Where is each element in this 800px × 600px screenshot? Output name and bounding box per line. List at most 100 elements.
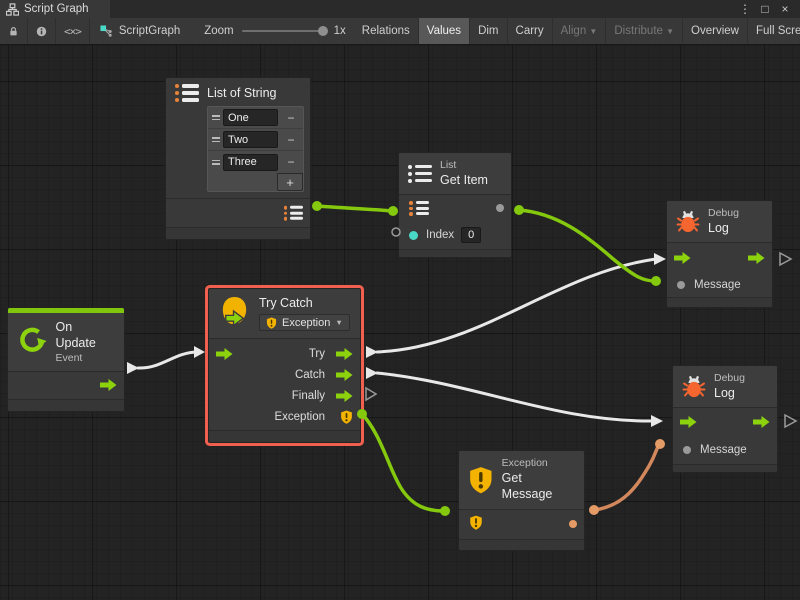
flow-start-triangle[interactable] xyxy=(366,367,378,379)
message-row: Message xyxy=(673,436,777,464)
drag-handle-icon[interactable] xyxy=(210,160,220,165)
node-footer xyxy=(8,399,124,411)
align-button[interactable]: Align ▼ xyxy=(553,18,607,44)
node-debug-log-top[interactable]: Debug Log Message xyxy=(666,200,773,308)
relations-button[interactable]: Relations xyxy=(354,18,419,44)
remove-item-button[interactable]: − xyxy=(281,110,301,126)
flow-output-port[interactable] xyxy=(100,379,117,391)
wire-end-dot[interactable] xyxy=(589,505,599,515)
flow-end-arrowhead xyxy=(654,253,666,265)
try-output-port[interactable] xyxy=(336,348,353,360)
bug-icon xyxy=(676,209,700,234)
maximize-icon[interactable]: □ xyxy=(756,2,774,16)
exception-dropdown-label: Exception xyxy=(282,317,330,329)
wire-end-dot[interactable] xyxy=(655,439,665,449)
flow-row xyxy=(673,408,777,436)
node-debug-log-bottom[interactable]: Debug Log Message xyxy=(672,365,778,473)
wire-list-to-getitem[interactable] xyxy=(317,206,393,211)
dim-button[interactable]: Dim xyxy=(470,18,507,44)
zoom-slider-handle[interactable] xyxy=(318,26,328,36)
drag-handle-icon[interactable] xyxy=(210,137,220,142)
unconnected-flow-triangle[interactable] xyxy=(785,415,796,427)
message-input-port[interactable] xyxy=(677,281,685,289)
node-get-item[interactable]: List Get Item Index 0 xyxy=(398,152,512,258)
drag-handle-icon[interactable] xyxy=(210,115,220,120)
remove-item-button[interactable]: − xyxy=(281,154,301,170)
node-title: Try Catch xyxy=(259,295,350,311)
wire-end-dot[interactable] xyxy=(514,205,524,215)
flow-input-port[interactable] xyxy=(216,348,233,360)
list-input-port[interactable] xyxy=(409,201,429,216)
node-footer xyxy=(399,249,511,257)
close-icon[interactable]: × xyxy=(776,2,794,16)
node-title: List of String xyxy=(207,85,276,101)
list-item-field[interactable]: Three xyxy=(223,154,278,171)
graph-canvas[interactable]: List of String One − Two − Three − + xyxy=(0,45,800,600)
node-list-of-string[interactable]: List of String One − Two − Three − + xyxy=(165,77,311,240)
list-output-port[interactable] xyxy=(284,206,304,221)
flow-output-port[interactable] xyxy=(753,416,770,428)
unconnected-flow-triangle[interactable] xyxy=(780,253,791,265)
exception-type-dropdown[interactable]: Exception ▼ xyxy=(259,314,350,331)
script-graph-icon xyxy=(100,25,113,38)
wire-end-dot[interactable] xyxy=(440,506,450,516)
exception-input-port[interactable] xyxy=(469,515,483,533)
info-button[interactable] xyxy=(28,18,56,44)
list-icon xyxy=(408,165,432,183)
distribute-button[interactable]: Distribute ▼ xyxy=(606,18,683,44)
wire-getitem-to-message[interactable] xyxy=(519,210,655,281)
zoom-slider[interactable] xyxy=(242,30,326,32)
unconnected-flow-triangle[interactable] xyxy=(366,388,376,400)
flow-start-triangle[interactable] xyxy=(366,346,378,358)
chevron-down-icon: ▼ xyxy=(589,27,597,36)
tab-script-graph[interactable]: Script Graph xyxy=(0,0,110,18)
flow-input-port[interactable] xyxy=(680,416,697,428)
info-icon xyxy=(36,25,47,38)
node-get-message[interactable]: Exception Get Message xyxy=(458,450,585,551)
list-input-row xyxy=(399,195,511,221)
bug-icon xyxy=(682,374,706,399)
add-item-button[interactable]: + xyxy=(277,173,303,191)
catch-output-port[interactable] xyxy=(336,369,353,381)
wire-getmessage-to-log[interactable] xyxy=(594,444,660,510)
flow-output-port[interactable] xyxy=(748,252,765,264)
wire-exception-to-getmessage[interactable] xyxy=(362,414,444,511)
code-preview-button[interactable]: <×> xyxy=(56,18,90,44)
code-icon: <×> xyxy=(64,25,81,38)
list-item-field[interactable]: One xyxy=(223,109,278,126)
update-loop-icon xyxy=(17,326,48,357)
wire-onupdate-to-trycatch[interactable] xyxy=(138,352,198,368)
wire-end-dot[interactable] xyxy=(651,276,661,286)
full-screen-button[interactable]: Full Screen xyxy=(748,18,800,44)
window-menu-icon[interactable]: ⋮ xyxy=(736,2,754,16)
overview-button[interactable]: Overview xyxy=(683,18,748,44)
node-try-catch[interactable]: Try Catch Exception ▼ Try xyxy=(208,288,361,443)
finally-output-port[interactable] xyxy=(336,390,353,402)
node-on-update[interactable]: On Update Event xyxy=(7,307,125,412)
remove-item-button[interactable]: − xyxy=(281,132,301,148)
zoom-value: 1x xyxy=(334,25,346,37)
wire-try-to-log-top[interactable] xyxy=(377,259,656,352)
flow-input-port[interactable] xyxy=(674,252,691,264)
values-button[interactable]: Values xyxy=(419,18,470,44)
node-title: Log xyxy=(714,385,745,401)
wire-end-dot[interactable] xyxy=(388,206,398,216)
list-item-field[interactable]: Two xyxy=(223,131,278,148)
lock-button[interactable] xyxy=(0,18,28,44)
node-title: Get Item xyxy=(440,172,488,188)
lock-icon xyxy=(8,25,19,38)
exception-label: Exception xyxy=(274,411,350,423)
chevron-down-icon: ▼ xyxy=(335,318,342,327)
wire-end-dot[interactable] xyxy=(312,201,322,211)
node-footer xyxy=(209,430,360,442)
exception-output-port[interactable] xyxy=(340,410,353,424)
carry-button[interactable]: Carry xyxy=(508,18,553,44)
wire-catch-to-log-bottom[interactable] xyxy=(377,373,653,421)
index-input-port[interactable] xyxy=(409,231,418,240)
index-value-field[interactable]: 0 xyxy=(461,227,481,243)
message-input-port[interactable] xyxy=(683,446,691,454)
item-output-port[interactable] xyxy=(496,204,504,212)
message-output-port[interactable] xyxy=(569,520,577,528)
graph-breadcrumb[interactable]: ScriptGraph xyxy=(90,18,190,44)
flow-start-triangle[interactable] xyxy=(127,362,139,374)
